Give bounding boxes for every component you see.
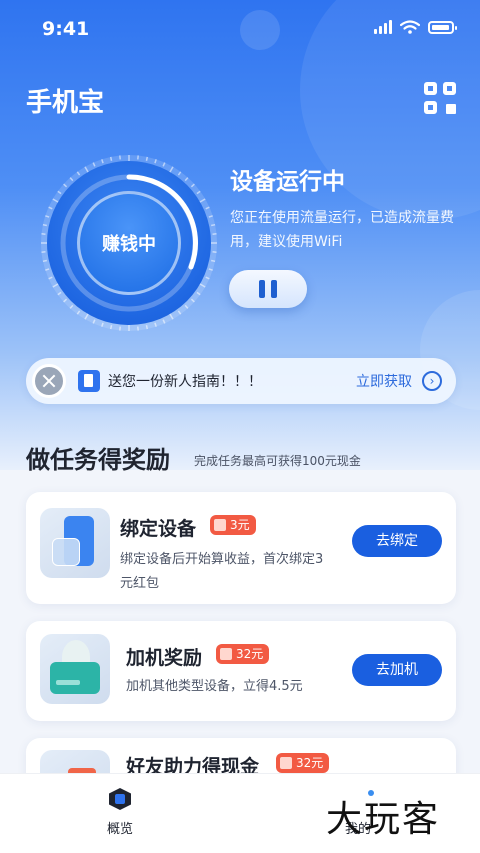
dial-tick — [145, 325, 149, 330]
earning-dial[interactable]: 赚钱中 — [34, 148, 224, 338]
dial-tick — [154, 322, 157, 327]
dial-tick — [162, 162, 166, 167]
dial-tick — [92, 162, 96, 167]
device-status-description: 您正在使用流量运行，已造成流量费用，建议使用WiFi — [230, 210, 454, 250]
book-icon — [78, 370, 100, 392]
section-subtitle: 完成任务最高可获得100元现金 — [194, 454, 361, 468]
close-icon[interactable] — [32, 364, 66, 398]
banner-get-link[interactable]: 立即获取 — [356, 371, 412, 391]
wifi-icon — [400, 20, 420, 34]
dial-tick — [205, 276, 210, 280]
task-description: 加机其他类型设备，立得4.5元 — [126, 679, 303, 694]
task-description: 绑定设备后开始算收益，首次绑定3元红包 — [120, 552, 324, 591]
bind-device-button[interactable]: 去绑定 — [352, 525, 442, 557]
dial-tick — [154, 159, 157, 164]
tab-label: 概览 — [106, 822, 133, 837]
dial-tick — [48, 206, 53, 210]
watermark-dot — [368, 790, 374, 796]
dial-tick — [211, 259, 216, 263]
money-card-icon — [40, 634, 110, 704]
status-icons — [374, 20, 457, 34]
dial-tick — [101, 159, 104, 164]
dial-tick — [42, 259, 47, 263]
device-status-title: 设备运行中 — [230, 169, 345, 195]
dial-tick — [45, 268, 50, 271]
reward-badge: 32元 — [276, 753, 330, 773]
signal-icon — [374, 20, 392, 34]
task-card-add-device[interactable]: 加机奖励 32元 加机其他类型设备，立得4.5元 去加机 — [26, 621, 456, 721]
add-device-button[interactable]: 去加机 — [352, 654, 442, 686]
dial-tick — [45, 215, 50, 218]
app-title: 手机宝 — [26, 88, 105, 118]
dial-tick — [162, 319, 166, 324]
dial-tick — [211, 223, 216, 227]
battery-icon — [428, 20, 457, 34]
chevron-right-icon[interactable]: › — [422, 371, 442, 391]
banner-text: 送您一份新人指南！！！ — [108, 374, 262, 390]
dial-tick — [145, 156, 149, 161]
qr-code-scan-button[interactable] — [424, 82, 456, 114]
home-hexagon-icon — [109, 788, 131, 810]
dial-tick — [205, 206, 210, 210]
dial-tick — [208, 215, 213, 218]
task-title: 加机奖励 — [126, 647, 203, 669]
phone-link-icon — [40, 508, 110, 578]
dial-label: 赚钱中 — [77, 191, 181, 295]
dial-tick — [101, 322, 104, 327]
watermark-logo: 大玩客 — [326, 799, 441, 840]
dial-tick — [208, 268, 213, 271]
status-time: 9:41 — [42, 18, 90, 40]
newbie-guide-banner[interactable]: 送您一份新人指南！！！ 立即获取 › — [26, 358, 456, 404]
section-title: 做任务得奖励 — [26, 446, 170, 474]
dial-tick — [109, 156, 113, 161]
task-title: 绑定设备 — [120, 518, 197, 540]
dial-tick — [109, 325, 113, 330]
reward-badge: 3元 — [210, 515, 256, 535]
dial-tick — [48, 276, 53, 280]
status-bar: 9:41 — [0, 0, 480, 56]
reward-badge: 32元 — [216, 644, 270, 664]
pause-icon — [259, 280, 265, 298]
dial-tick — [42, 223, 47, 227]
task-card-bind-device[interactable]: 绑定设备 3元 绑定设备后开始算收益，首次绑定3元红包 去绑定 — [26, 492, 456, 604]
tab-overview[interactable]: 概览 — [80, 788, 160, 837]
dial-tick — [92, 319, 96, 324]
pause-button[interactable] — [229, 270, 307, 308]
